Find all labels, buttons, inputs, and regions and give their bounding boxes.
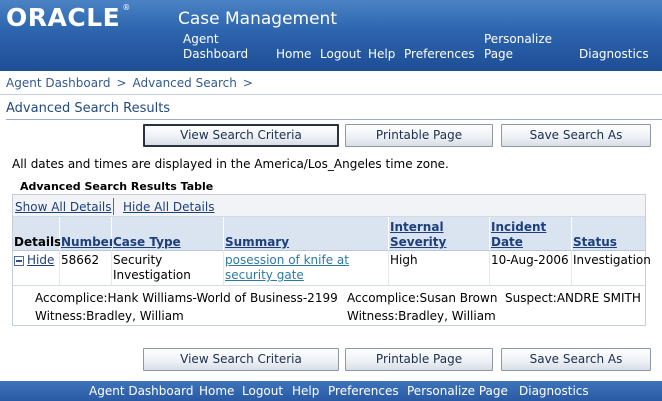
column-header-summary-label: Summary	[225, 235, 290, 249]
footer-link-diagnostics[interactable]: Diagnostics	[519, 384, 589, 398]
breadcrumb-advanced-search[interactable]: Advanced Search	[133, 76, 237, 90]
view-search-criteria-button-bottom[interactable]: View Search Criteria	[143, 348, 339, 371]
nav-help[interactable]: Help	[368, 47, 395, 62]
nav-agent-dashboard[interactable]: Agent Dashboard	[183, 32, 248, 62]
timezone-note: All dates and times are displayed in the…	[12, 157, 449, 171]
footer-link-agent-dashboard[interactable]: Agent Dashboard	[89, 384, 193, 398]
detail-witness-1: Witness:Bradley, William	[35, 309, 184, 323]
column-header-number-label: Number	[61, 235, 115, 249]
detail-witness-2: Witness:Bradley, William	[347, 309, 496, 323]
table-cell-severity: High	[389, 251, 490, 286]
table-row-details-cell: Hide	[13, 251, 60, 286]
incident-label-line2: Date	[491, 235, 523, 249]
show-all-details-link[interactable]: Show All Details	[15, 200, 112, 214]
brand-text: ORACLE	[6, 3, 121, 32]
case-type-line2: Investigation	[113, 268, 191, 282]
table-cell-case-type: Security Investigation	[112, 251, 224, 286]
save-search-as-button-bottom[interactable]: Save Search As	[501, 348, 651, 371]
footer-link-preferences[interactable]: Preferences	[328, 384, 399, 398]
hide-details-link[interactable]: Hide	[27, 253, 54, 268]
brand-mark: ®	[122, 3, 131, 12]
title-divider	[6, 119, 662, 120]
column-header-incident-date[interactable]: Incident Date	[490, 217, 572, 251]
hide-details-toggle[interactable]: Hide	[14, 253, 54, 268]
page-title: Advanced Search Results	[6, 101, 171, 116]
nav-personalize-line2: Page	[484, 47, 514, 61]
save-search-as-button[interactable]: Save Search As	[501, 124, 651, 147]
collapse-minus-icon	[14, 255, 24, 266]
global-header: ORACLE ® Case Management Agent Dashboard …	[0, 0, 662, 71]
table-cell-number: 58662	[60, 251, 112, 286]
results-table: Show All Details Hide All Details Detail…	[12, 194, 651, 326]
severity-label-line2: Severity	[390, 235, 447, 249]
nav-agent-dashboard-line1: Agent	[183, 32, 219, 46]
incident-label-line1: Incident	[491, 220, 547, 234]
breadcrumb-separator: >	[116, 76, 127, 90]
footer-link-help[interactable]: Help	[292, 384, 319, 398]
app-title: Case Management	[178, 9, 337, 29]
nav-personalize-page[interactable]: Personalize Page	[484, 32, 552, 62]
footer-link-logout[interactable]: Logout	[242, 384, 283, 398]
nav-personalize-line1: Personalize	[484, 32, 553, 46]
severity-label-line1: Internal	[390, 220, 444, 234]
view-search-criteria-button[interactable]: View Search Criteria	[143, 124, 339, 147]
hide-all-details-link[interactable]: Hide All Details	[123, 200, 214, 214]
column-header-severity-label: Internal Severity	[390, 220, 446, 250]
detail-accomplice-1: Accomplice:Hank Williams-World of Busine…	[35, 291, 338, 305]
footer-link-home[interactable]: Home	[199, 384, 234, 398]
toolbar-separator	[113, 198, 114, 215]
nav-diagnostics[interactable]: Diagnostics	[579, 47, 649, 62]
breadcrumb-divider	[0, 94, 662, 95]
table-cell-status: Investigation	[572, 251, 651, 286]
nav-preferences[interactable]: Preferences	[404, 47, 475, 62]
detail-accomplice-2: Accomplice:Susan Brown	[347, 291, 498, 305]
breadcrumb-separator: >	[242, 76, 253, 90]
column-header-incident-date-label: Incident Date	[491, 220, 546, 250]
column-header-status-label: Status	[573, 235, 617, 249]
table-cell-summary[interactable]: posession of knife at security gate	[224, 251, 389, 286]
table-cell-incident-date: 10-Aug-2006	[490, 251, 572, 286]
column-header-summary[interactable]: Summary	[224, 217, 389, 251]
case-type-line1: Security	[113, 253, 163, 267]
column-header-case-type-label: Case Type	[113, 235, 181, 249]
footer-link-personalize-page[interactable]: Personalize Page	[407, 384, 508, 398]
detail-suspect: Suspect:ANDRE SMITH	[505, 291, 641, 305]
nav-home[interactable]: Home	[276, 47, 311, 62]
printable-page-button[interactable]: Printable Page	[345, 124, 493, 147]
oracle-logo: ORACLE ®	[6, 3, 131, 32]
column-header-details-label: Details	[14, 235, 62, 249]
column-header-number[interactable]: Number	[60, 217, 115, 251]
nav-agent-dashboard-line2: Dashboard	[183, 47, 249, 61]
summary-link-line2[interactable]: security gate	[225, 268, 387, 283]
column-header-status[interactable]: Status	[572, 217, 645, 251]
row-detail-panel: Accomplice:Hank Williams-World of Busine…	[13, 286, 645, 325]
nav-logout[interactable]: Logout	[320, 47, 361, 62]
results-table-title: Advanced Search Results Table	[20, 180, 214, 193]
global-footer: Agent Dashboard Home Logout Help Prefere…	[0, 381, 662, 401]
details-toolbar: Show All Details Hide All Details	[13, 195, 645, 217]
summary-link-line1[interactable]: posession of knife at	[225, 253, 387, 268]
column-header-details: Details	[13, 217, 62, 251]
breadcrumb-agent-dashboard[interactable]: Agent Dashboard	[6, 76, 110, 90]
printable-page-button-bottom[interactable]: Printable Page	[345, 348, 493, 371]
column-header-internal-severity[interactable]: Internal Severity	[389, 217, 490, 251]
breadcrumb: Agent Dashboard > Advanced Search >	[6, 76, 259, 90]
column-header-case-type[interactable]: Case Type	[112, 217, 224, 251]
